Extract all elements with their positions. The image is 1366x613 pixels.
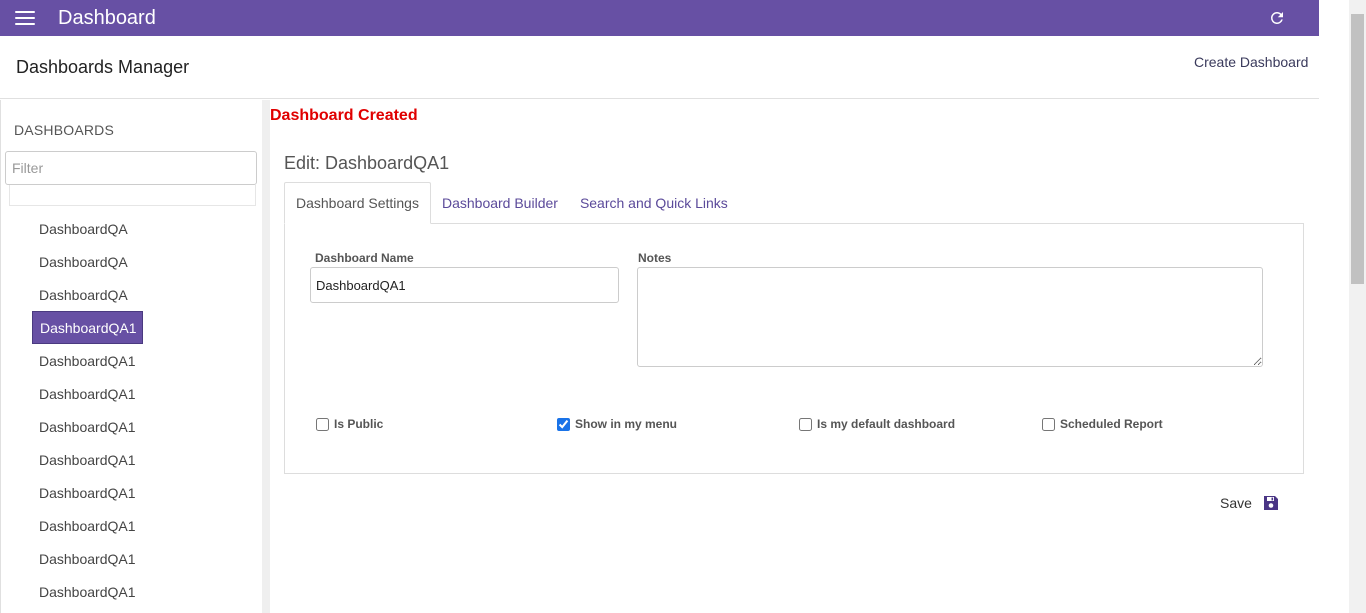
default-dashboard-checkbox[interactable]	[799, 417, 812, 431]
save-button[interactable]: Save	[1220, 495, 1279, 511]
show-in-menu-checkbox[interactable]	[557, 417, 570, 431]
page-scrollbar[interactable]	[1349, 0, 1366, 613]
dashboard-list-item[interactable]: DashboardQA1	[32, 476, 143, 509]
is-public-checkbox[interactable]	[316, 417, 329, 431]
default-dashboard-label: Is my default dashboard	[817, 417, 956, 431]
dashboard-list-item[interactable]: DashboardQA1	[32, 410, 143, 443]
tab-dashboard-settings[interactable]: Dashboard Settings	[284, 182, 431, 224]
top-app-bar: Dashboard	[0, 0, 1319, 36]
dashboard-list-item-selected[interactable]: DashboardQA1	[32, 311, 143, 344]
sidebar-heading: DASHBOARDS	[14, 122, 115, 138]
dashboards-sidebar: DASHBOARDS DashboardQA DashboardQA Dashb…	[0, 100, 263, 613]
dashboard-name-label: Dashboard Name	[315, 251, 414, 265]
settings-panel: Dashboard Name Notes Is Public Show in m…	[284, 223, 1304, 474]
notes-field[interactable]	[637, 267, 1263, 367]
filter-results-box	[9, 185, 256, 206]
dashboard-list-item[interactable]: DashboardQA1	[32, 509, 143, 542]
scheduled-report-checkbox[interactable]	[1042, 417, 1055, 431]
is-public-label: Is Public	[334, 417, 384, 431]
page-title: Dashboards Manager	[16, 57, 190, 77]
default-dashboard-checkbox-row[interactable]: Is my default dashboard	[799, 417, 955, 431]
scrollbar-thumb[interactable]	[1351, 14, 1364, 284]
is-public-checkbox-row[interactable]: Is Public	[316, 417, 383, 431]
dashboard-list-item[interactable]: DashboardQA	[32, 212, 143, 245]
dashboard-name-field[interactable]	[310, 267, 619, 303]
sidebar-divider	[262, 100, 270, 613]
dashboard-list-item[interactable]: DashboardQA1	[32, 377, 143, 410]
save-label: Save	[1220, 495, 1252, 511]
floppy-disk-icon	[1263, 496, 1278, 510]
tab-search-quick-links[interactable]: Search and Quick Links	[569, 182, 739, 224]
refresh-icon[interactable]	[1268, 9, 1286, 27]
edit-title: Edit: DashboardQA1	[284, 153, 450, 173]
dashboard-list-item[interactable]: DashboardQA1	[32, 575, 143, 608]
filter-input[interactable]	[5, 151, 257, 185]
notes-label: Notes	[638, 251, 672, 265]
dashboard-list-item[interactable]: DashboardQA	[32, 245, 143, 278]
dashboard-list-item[interactable]: DashboardQA	[32, 278, 143, 311]
show-in-menu-label: Show in my menu	[575, 417, 678, 431]
scheduled-report-label: Scheduled Report	[1060, 417, 1163, 431]
dashboard-list-item[interactable]: DashboardQA1	[32, 542, 143, 575]
scheduled-report-checkbox-row[interactable]: Scheduled Report	[1042, 417, 1163, 431]
page-header: Dashboards Manager Create Dashboard	[0, 36, 1319, 99]
settings-tabs: Dashboard Settings Dashboard Builder Sea…	[284, 182, 739, 224]
dashboard-list-item[interactable]: DashboardQA1	[32, 443, 143, 476]
show-in-menu-checkbox-row[interactable]: Show in my menu	[557, 417, 677, 431]
create-dashboard-link[interactable]: Create Dashboard	[1194, 54, 1308, 70]
dashboard-list-item[interactable]: DashboardQA1	[32, 344, 143, 377]
hamburger-menu-icon[interactable]	[15, 11, 35, 26]
status-message: Dashboard Created	[270, 107, 418, 124]
app-title: Dashboard	[58, 7, 156, 29]
app-root: Dashboard Dashboards Manager Create Dash…	[0, 0, 1366, 613]
tab-dashboard-builder[interactable]: Dashboard Builder	[431, 182, 569, 224]
dashboard-list: DashboardQA DashboardQA DashboardQA Dash…	[32, 212, 232, 608]
